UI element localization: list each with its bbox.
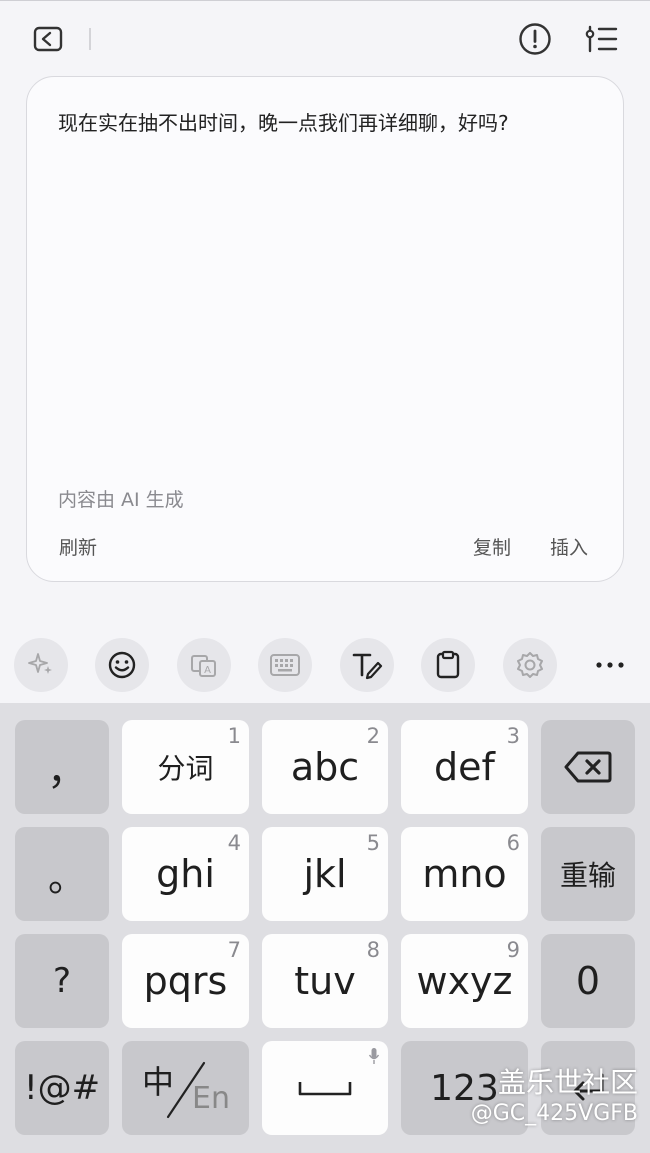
- key-3[interactable]: def 3: [401, 720, 528, 814]
- retype-key[interactable]: 重输: [541, 827, 635, 921]
- text-edit-button[interactable]: [340, 638, 394, 692]
- keyboard-icon: [270, 654, 300, 676]
- backspace-key[interactable]: [541, 720, 635, 814]
- refresh-button[interactable]: 刷新: [59, 533, 97, 560]
- key-4-number: 4: [227, 831, 241, 855]
- backspace-icon: [564, 751, 612, 783]
- key-7[interactable]: pqrs 7: [122, 934, 249, 1028]
- text-edit-icon: [352, 653, 383, 680]
- key-1-number: 1: [227, 724, 241, 748]
- period-key-label: 。: [47, 855, 86, 900]
- ai-reply-card: 现在实在抽不出时间，晚一点我们再详细聊，好吗? 内容由 AI 生成 刷新 复制 …: [26, 76, 624, 582]
- key-5-number: 5: [366, 831, 380, 855]
- more-icon: [596, 662, 624, 668]
- zero-key-label: 0: [575, 959, 601, 1003]
- toolbar-more-button[interactable]: [586, 648, 634, 682]
- key-9[interactable]: wxyz 9: [401, 934, 528, 1028]
- ai-generated-note: 内容由 AI 生成: [58, 489, 184, 511]
- key-8-label: tuv: [294, 959, 356, 1003]
- emoji-icon: [108, 651, 136, 679]
- ai-reply-text[interactable]: 现在实在抽不出时间，晚一点我们再详细聊，好吗?: [58, 109, 598, 137]
- alert-circle-icon: [519, 23, 551, 55]
- key-2-label: abc: [290, 745, 360, 789]
- key-6[interactable]: mno 6: [401, 827, 528, 921]
- copy-button[interactable]: 复制: [473, 533, 511, 560]
- retype-key-label: 重输: [559, 859, 616, 892]
- question-key[interactable]: ?: [15, 934, 109, 1028]
- key-1-label: 分词: [157, 752, 214, 785]
- key-8-number: 8: [366, 938, 380, 962]
- zero-key[interactable]: 0: [541, 934, 635, 1028]
- key-5[interactable]: jkl 5: [262, 827, 388, 921]
- emoji-button[interactable]: [95, 638, 149, 692]
- watermark-line2: @GC_425VGFB: [470, 1101, 638, 1126]
- space-bar-icon: [298, 1082, 352, 1096]
- top-border: [0, 0, 650, 1]
- translate-icon: A: [191, 655, 216, 677]
- header-divider: [89, 28, 91, 50]
- key-4-label: ghi: [156, 852, 215, 896]
- insert-button[interactable]: 插入: [550, 533, 588, 560]
- key-2-number: 2: [366, 724, 380, 748]
- keyboard-mode-button[interactable]: [258, 638, 312, 692]
- sparkle-icon: [28, 653, 52, 674]
- clipboard-icon: [436, 650, 460, 679]
- settings-list-button[interactable]: [581, 20, 623, 58]
- key-4[interactable]: ghi 4: [122, 827, 249, 921]
- key-6-number: 6: [506, 831, 520, 855]
- language-en-label: En: [192, 1081, 230, 1116]
- key-1[interactable]: 分词 1: [122, 720, 249, 814]
- key-9-number: 9: [506, 938, 520, 962]
- key-8[interactable]: tuv 8: [262, 934, 388, 1028]
- svg-text:A: A: [204, 665, 211, 676]
- comma-key[interactable]: ，: [15, 720, 109, 814]
- list-filter-icon: [585, 25, 618, 53]
- question-key-label: ?: [52, 961, 72, 1001]
- report-button[interactable]: [514, 18, 556, 60]
- back-button[interactable]: [28, 22, 68, 56]
- key-3-number: 3: [506, 724, 520, 748]
- space-key[interactable]: [262, 1041, 388, 1135]
- settings-icon: [517, 652, 543, 678]
- symbols-key[interactable]: !@#: [15, 1041, 109, 1135]
- key-7-number: 7: [227, 938, 241, 962]
- key-6-label: mno: [422, 852, 507, 896]
- key-9-label: wxyz: [416, 959, 513, 1003]
- key-2[interactable]: abc 2: [262, 720, 388, 814]
- symbols-key-label: !@#: [23, 1068, 101, 1108]
- mic-icon: [368, 1048, 380, 1064]
- translate-button[interactable]: A: [177, 638, 231, 692]
- key-3-label: def: [434, 745, 495, 789]
- comma-key-label: ，: [47, 748, 87, 794]
- keyboard-settings-button[interactable]: [503, 638, 557, 692]
- watermark-line1: 盖乐世社区: [497, 1066, 638, 1099]
- back-arrow-icon: [33, 26, 63, 52]
- watermark: 盖乐世社区 @GC_425VGFB: [471, 1066, 638, 1128]
- language-switch-key[interactable]: 中 En: [122, 1041, 249, 1135]
- ai-assist-button[interactable]: [14, 638, 68, 692]
- key-7-label: pqrs: [143, 959, 228, 1003]
- key-5-label: jkl: [303, 852, 347, 896]
- clipboard-button[interactable]: [421, 638, 475, 692]
- period-key[interactable]: 。: [15, 827, 109, 921]
